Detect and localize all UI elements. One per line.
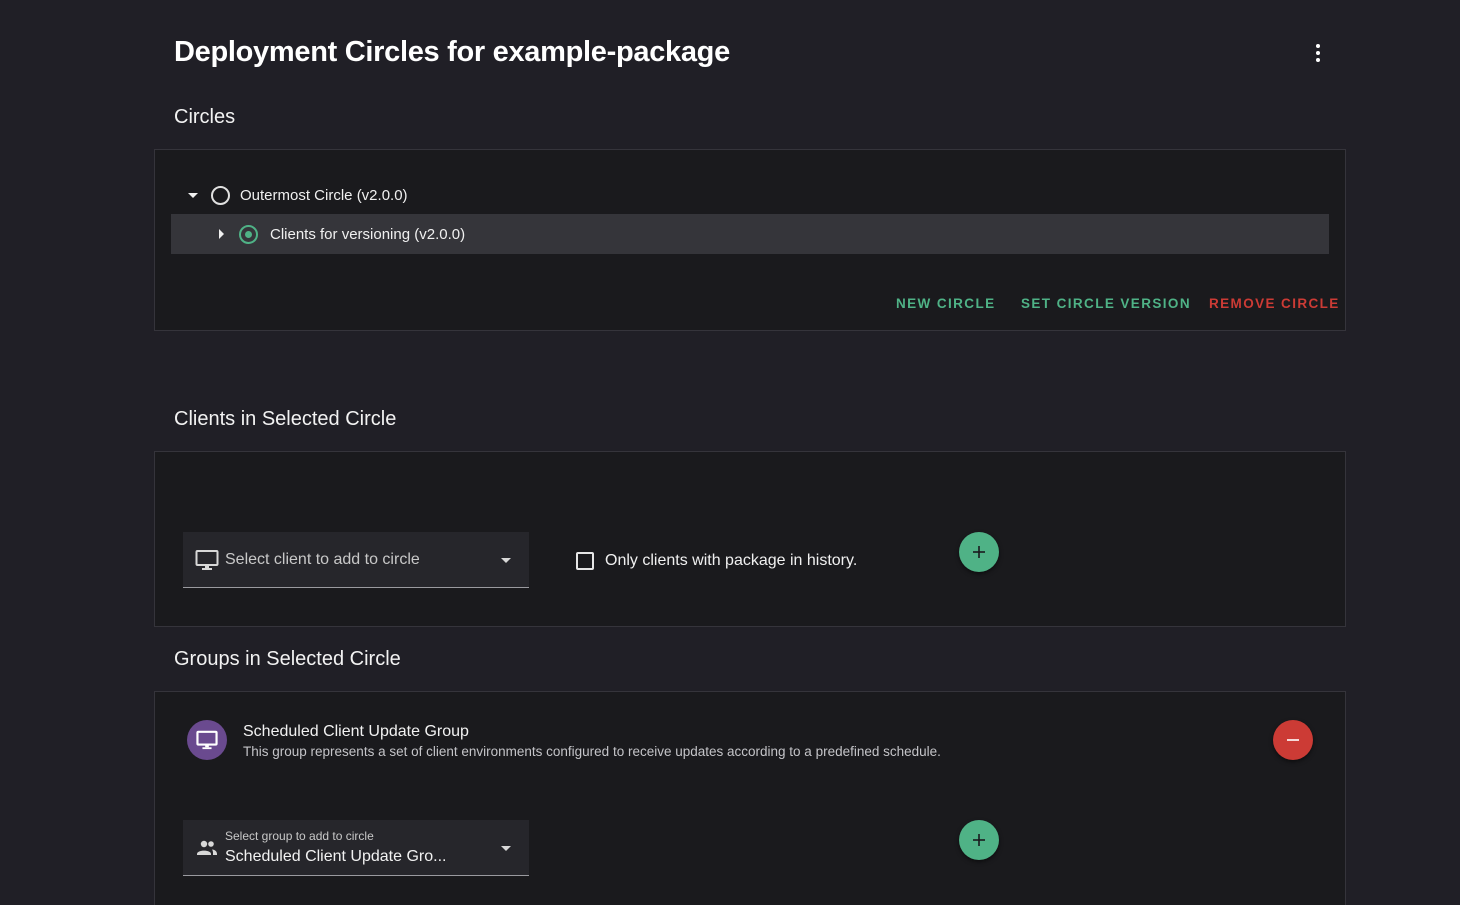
- people-icon: [196, 840, 218, 856]
- add-group-button[interactable]: [959, 820, 999, 860]
- group-avatar: [187, 720, 227, 760]
- dropdown-arrow-icon: [501, 558, 511, 563]
- remove-circle-button[interactable]: Remove Circle: [1209, 296, 1340, 311]
- plus-icon: [973, 834, 985, 846]
- set-circle-version-button[interactable]: Set Circle Version: [1021, 296, 1191, 311]
- groups-panel: Scheduled Client Update Group This group…: [154, 691, 1346, 905]
- filter-label: Only clients with package in history.: [605, 552, 858, 569]
- tree-item-label: Clients for versioning (v2.0.0): [270, 225, 466, 243]
- monitor-icon: [196, 730, 218, 750]
- page-title: Deployment Circles for example-package: [174, 36, 730, 68]
- add-client-button[interactable]: [959, 532, 999, 572]
- more-vert-icon[interactable]: [1308, 42, 1328, 64]
- client-select[interactable]: Select client to add to circle: [183, 532, 529, 588]
- clients-section-title: Clients in Selected Circle: [174, 408, 397, 430]
- group-select-label: Select group to add to circle: [225, 829, 374, 843]
- groups-section-title: Groups in Selected Circle: [174, 648, 401, 670]
- group-select[interactable]: Select group to add to circle Scheduled …: [183, 820, 529, 876]
- new-circle-button[interactable]: New Circle: [896, 296, 996, 311]
- dropdown-arrow-icon: [501, 846, 511, 851]
- tree-item-label: Outermost Circle (v2.0.0): [240, 186, 408, 204]
- monitor-icon: [195, 549, 219, 571]
- remove-group-button[interactable]: [1273, 720, 1313, 760]
- group-select-value: Scheduled Client Update Gro...: [225, 848, 447, 865]
- minus-icon: [1287, 739, 1299, 741]
- circles-section-title: Circles: [174, 106, 236, 128]
- radio-checked-icon[interactable]: [239, 224, 258, 244]
- group-description: This group represents a set of client en…: [243, 744, 941, 759]
- caret-down-icon[interactable]: [187, 192, 199, 198]
- radio-unchecked-icon[interactable]: [211, 185, 230, 205]
- tree-item-clients-for-versioning[interactable]: Clients for versioning (v2.0.0): [171, 214, 1329, 254]
- package-history-filter[interactable]: Only clients with package in history.: [576, 552, 857, 570]
- caret-right-icon[interactable]: [215, 229, 227, 239]
- clients-panel: Select client to add to circle Only clie…: [154, 451, 1346, 627]
- circles-panel: Outermost Circle (v2.0.0) Clients for ve…: [154, 149, 1346, 331]
- tree-item-outermost-circle[interactable]: Outermost Circle (v2.0.0): [171, 175, 1329, 215]
- client-select-placeholder: Select client to add to circle: [225, 550, 420, 568]
- group-name: Scheduled Client Update Group: [243, 723, 469, 740]
- checkbox-icon[interactable]: [576, 552, 594, 570]
- plus-icon: [973, 546, 985, 558]
